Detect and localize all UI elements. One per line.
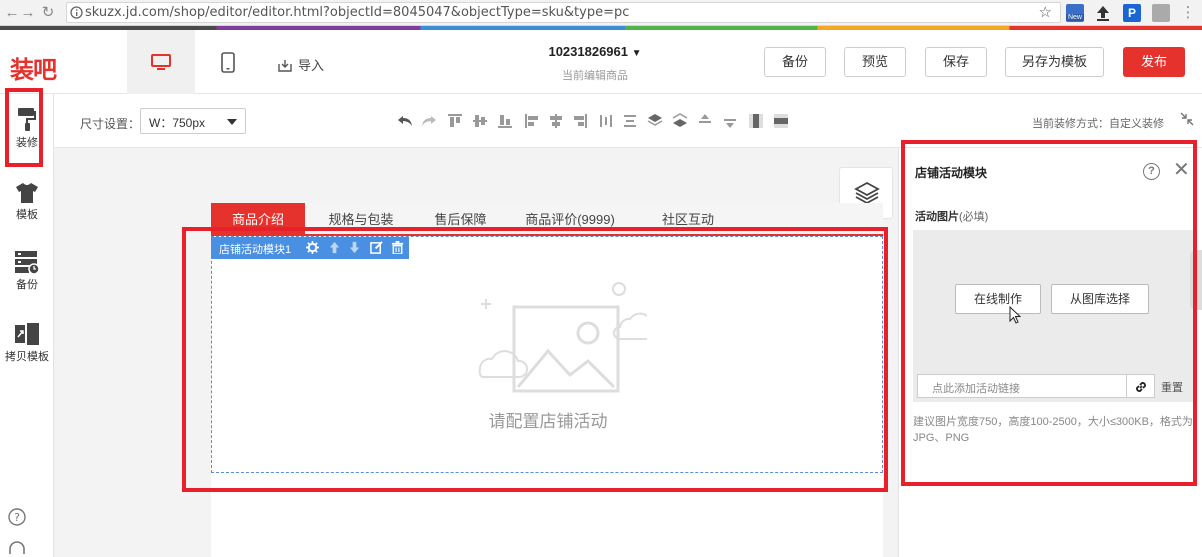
extension-new-label: New (1066, 14, 1084, 21)
sku-selector[interactable]: 10231826961 ▼ (520, 44, 670, 59)
size-select[interactable]: W：750px (140, 108, 246, 134)
preview-button[interactable]: 预览 (844, 47, 906, 77)
app-header: 装吧 导入 10231826961 ▼ 当前编辑商品 备份 预览 保存 另存为模… (0, 30, 1202, 94)
highlight-sidebar-decorate (5, 88, 43, 167)
server-backup-icon (15, 251, 40, 274)
p-extension-icon[interactable]: P (1123, 4, 1141, 22)
send-back-icon[interactable] (672, 113, 688, 129)
monitor-icon (151, 54, 171, 70)
browser-menu-icon[interactable]: ⋮ (1178, 3, 1198, 23)
info-icon (70, 6, 83, 19)
highlight-settings-panel (901, 140, 1197, 486)
sku-subtitle: 当前编辑商品 (562, 70, 628, 82)
align-center-icon[interactable] (548, 113, 564, 129)
bring-front-icon[interactable] (647, 113, 663, 129)
backup-button[interactable]: 备份 (764, 47, 826, 77)
browser-toolbar: ← → ↻ skuzx.jd.com/shop/editor/editor.ht… (0, 0, 1202, 26)
move-up-icon[interactable] (697, 113, 713, 129)
save-template-button[interactable]: 另存为模板 (1005, 47, 1104, 77)
highlight-module-area (182, 227, 888, 492)
copy-template-icon (15, 323, 39, 345)
size-value: W：750px (149, 116, 206, 130)
save-button[interactable]: 保存 (925, 47, 987, 77)
sidebar-label: 模板 (16, 209, 38, 221)
svg-text:?: ? (14, 511, 20, 524)
caret-down-icon (227, 119, 237, 125)
align-middle-icon[interactable] (472, 113, 488, 129)
phone-icon (221, 52, 235, 73)
size-label: 尺寸设置： (80, 117, 141, 131)
extension-new-icon[interactable]: New (1066, 4, 1084, 22)
forward-icon[interactable]: → (18, 3, 38, 23)
collapse-icon[interactable] (1180, 112, 1194, 126)
help-icon[interactable]: ? (8, 508, 26, 526)
import-icon (278, 60, 292, 72)
upload-extension-icon[interactable] (1094, 4, 1112, 22)
sku-number: 10231826961 (548, 44, 628, 59)
url-text: skuzx.jd.com/shop/editor/editor.html?obj… (85, 5, 630, 20)
sidebar-item-copy-template[interactable]: 拷贝模板 (0, 322, 54, 364)
align-top-icon[interactable] (447, 113, 463, 129)
same-width-icon[interactable] (773, 113, 789, 129)
shirt-icon (16, 183, 38, 203)
sidebar-item-template[interactable]: 模板 (0, 182, 54, 222)
tab-mobile[interactable] (195, 30, 263, 94)
distribute-vertical-icon[interactable] (622, 113, 638, 129)
bookmark-star-icon[interactable]: ☆ (1039, 3, 1052, 21)
headset-icon[interactable] (8, 540, 26, 557)
publish-button[interactable]: 发布 (1123, 47, 1185, 77)
undo-icon[interactable] (397, 113, 413, 129)
align-bottom-icon[interactable] (497, 113, 513, 129)
move-down-icon[interactable] (722, 113, 738, 129)
layers-icon (854, 181, 880, 205)
app-logo: 装吧 (10, 56, 57, 84)
import-button[interactable]: 导入 (278, 55, 324, 74)
distribute-horizontal-icon[interactable] (598, 113, 614, 129)
same-height-icon[interactable] (748, 113, 764, 129)
sidebar-label: 拷贝模板 (5, 351, 49, 363)
decoration-mode-label: 当前装修方式：自定义装修 (1032, 118, 1164, 130)
sidebar-label: 备份 (16, 279, 38, 291)
import-label: 导入 (298, 58, 325, 73)
align-left-icon[interactable] (524, 113, 540, 129)
redo-icon[interactable] (421, 113, 437, 129)
chevron-down-icon: ▼ (631, 48, 642, 59)
extension-icon[interactable] (1152, 4, 1170, 22)
tab-desktop[interactable] (127, 30, 195, 94)
address-bar[interactable]: skuzx.jd.com/shop/editor/editor.html?obj… (66, 2, 1061, 23)
reload-icon[interactable]: ↻ (38, 3, 58, 23)
align-right-icon[interactable] (572, 113, 588, 129)
sidebar-item-backup[interactable]: 备份 (0, 250, 54, 292)
